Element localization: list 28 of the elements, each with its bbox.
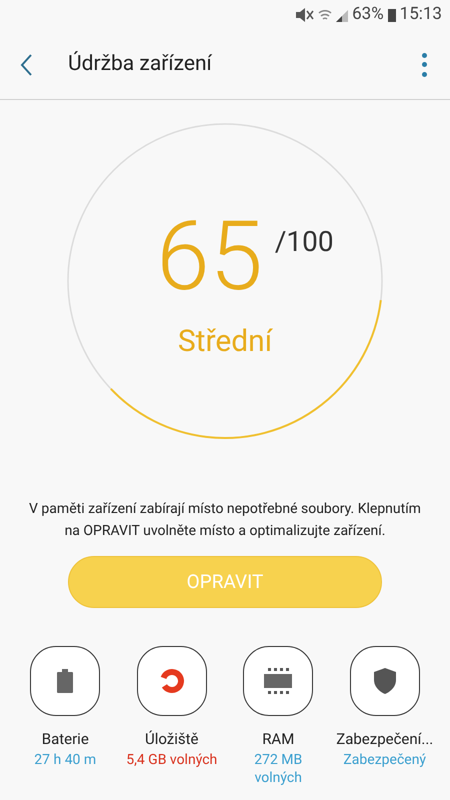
page-title: Údržba zařízení bbox=[68, 50, 214, 78]
score-max: /100 bbox=[274, 224, 334, 260]
category-label: Zabezpečení... bbox=[336, 729, 434, 750]
info-message: V paměti zařízení zabírají místo nepotřebné soubory. Klepnutím na OPRAVIT uvolněte místo a optimalizujte zařízení. bbox=[28, 500, 422, 541]
category-status: 27 h 40 m bbox=[34, 750, 96, 768]
mute-icon bbox=[294, 8, 314, 22]
battery-percent: 63% bbox=[352, 3, 384, 26]
category-button[interactable] bbox=[350, 646, 420, 716]
score-rating: Střední bbox=[178, 322, 272, 360]
category-status: Zabezpečený bbox=[343, 750, 426, 768]
battery-icon bbox=[57, 669, 74, 693]
shield-icon bbox=[374, 668, 396, 694]
score-value: 65 bbox=[156, 208, 263, 304]
category-status: 272 MB volných bbox=[253, 750, 304, 786]
category-button[interactable] bbox=[243, 646, 314, 716]
signal-icon bbox=[336, 8, 348, 22]
category-button[interactable] bbox=[136, 646, 207, 716]
battery-status-icon bbox=[388, 8, 396, 22]
category-label: Baterie bbox=[42, 729, 89, 750]
clock: 15:13 bbox=[400, 3, 442, 26]
category-status: 5,4 GB volných bbox=[126, 750, 218, 768]
ring-icon bbox=[158, 668, 185, 694]
chip-icon bbox=[264, 668, 292, 694]
category-label: RAM bbox=[262, 729, 294, 750]
fix-button[interactable]: OPRAVIT bbox=[68, 556, 382, 608]
wifi-icon bbox=[318, 8, 332, 22]
category-label: Úložiště bbox=[144, 729, 198, 750]
category-button[interactable] bbox=[30, 646, 100, 716]
